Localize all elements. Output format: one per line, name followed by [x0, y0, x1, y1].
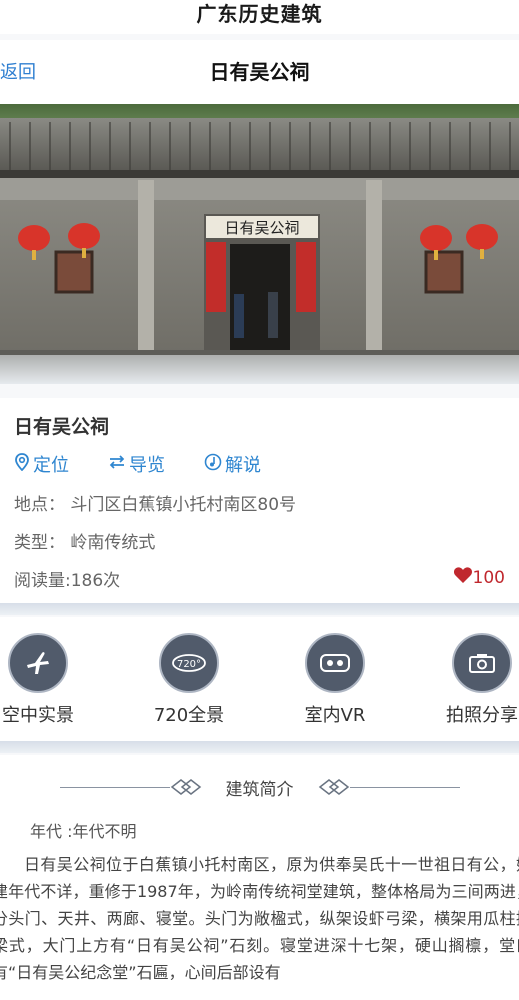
- camera-icon: [452, 633, 512, 693]
- narration-label: 解说: [225, 455, 261, 476]
- locate-label: 定位: [33, 455, 69, 476]
- nav-bar: 返回 日有吴公祠: [0, 40, 519, 104]
- section-divider: [0, 603, 519, 615]
- panorama-720-icon: 720°: [159, 633, 219, 693]
- intro-paragraph: 日有吴公祠位于白蕉镇小托村南区，原为供奉吴氏十一世祖日有公，始建年代不详，重修于…: [0, 855, 519, 982]
- aerial-view-button[interactable]: 空中实景: [0, 633, 98, 727]
- aerial-view-label: 空中实景: [2, 705, 74, 726]
- narration-link[interactable]: 解说: [204, 451, 261, 477]
- svg-text:720°: 720°: [177, 659, 201, 670]
- vr-headset-icon: [305, 633, 365, 693]
- guide-link[interactable]: 导览: [108, 451, 165, 477]
- section-title: 建筑简介: [225, 780, 294, 800]
- photo-share-button[interactable]: 拍照分享: [422, 633, 519, 727]
- plaque-text: 日有吴公祠: [224, 219, 299, 237]
- locate-link[interactable]: 定位: [14, 451, 69, 477]
- page: 广东历史建筑 返回 日有吴公祠 日有吴公祠 日有吴公祠 定位 导览 解说 地点：…: [0, 0, 519, 1000]
- airplane-icon: [8, 633, 68, 693]
- location-text: 地点： 斗门区白蕉镇小托村南区80号: [14, 495, 297, 515]
- section-divider: [0, 741, 519, 753]
- feature-row: 空中实景 720° 720全景 室内VR 拍照分享: [0, 617, 519, 741]
- photo-share-label: 拍照分享: [446, 705, 518, 726]
- guide-label: 导览: [129, 455, 165, 476]
- like-button[interactable]: 100: [453, 566, 505, 589]
- era-text: 年代 :年代不明: [30, 822, 137, 841]
- section-heading: 建筑简介: [0, 775, 519, 800]
- panorama-720-label: 720全景: [153, 705, 225, 726]
- location-pin-icon: [14, 452, 30, 476]
- panorama-720-button[interactable]: 720° 720全景: [129, 633, 249, 727]
- hero-photo: 日有吴公祠: [0, 104, 519, 384]
- app-title: 广东历史建筑: [0, 0, 519, 34]
- audio-note-icon: [204, 453, 222, 476]
- building-name: 日有吴公祠: [14, 416, 110, 438]
- route-arrows-icon: [108, 454, 126, 475]
- heart-icon: [453, 566, 473, 589]
- intro-section: 建筑简介 年代 :年代不明 日有吴公祠位于白蕉镇小托村南区，原为供奉吴氏十一世祖…: [0, 755, 519, 1000]
- ancestral-hall-illustration: 日有吴公祠: [0, 104, 519, 384]
- page-title: 日有吴公祠: [209, 60, 310, 84]
- type-text: 类型： 岭南传统式: [14, 533, 156, 553]
- info-card: 日有吴公祠 定位 导览 解说 地点： 斗门区白蕉镇小托村南区80号 类型： 岭南…: [0, 398, 519, 603]
- indoor-vr-button[interactable]: 室内VR: [275, 633, 395, 727]
- read-count: 阅读量:186次: [14, 571, 121, 591]
- indoor-vr-label: 室内VR: [304, 705, 366, 726]
- like-count: 100: [472, 567, 505, 588]
